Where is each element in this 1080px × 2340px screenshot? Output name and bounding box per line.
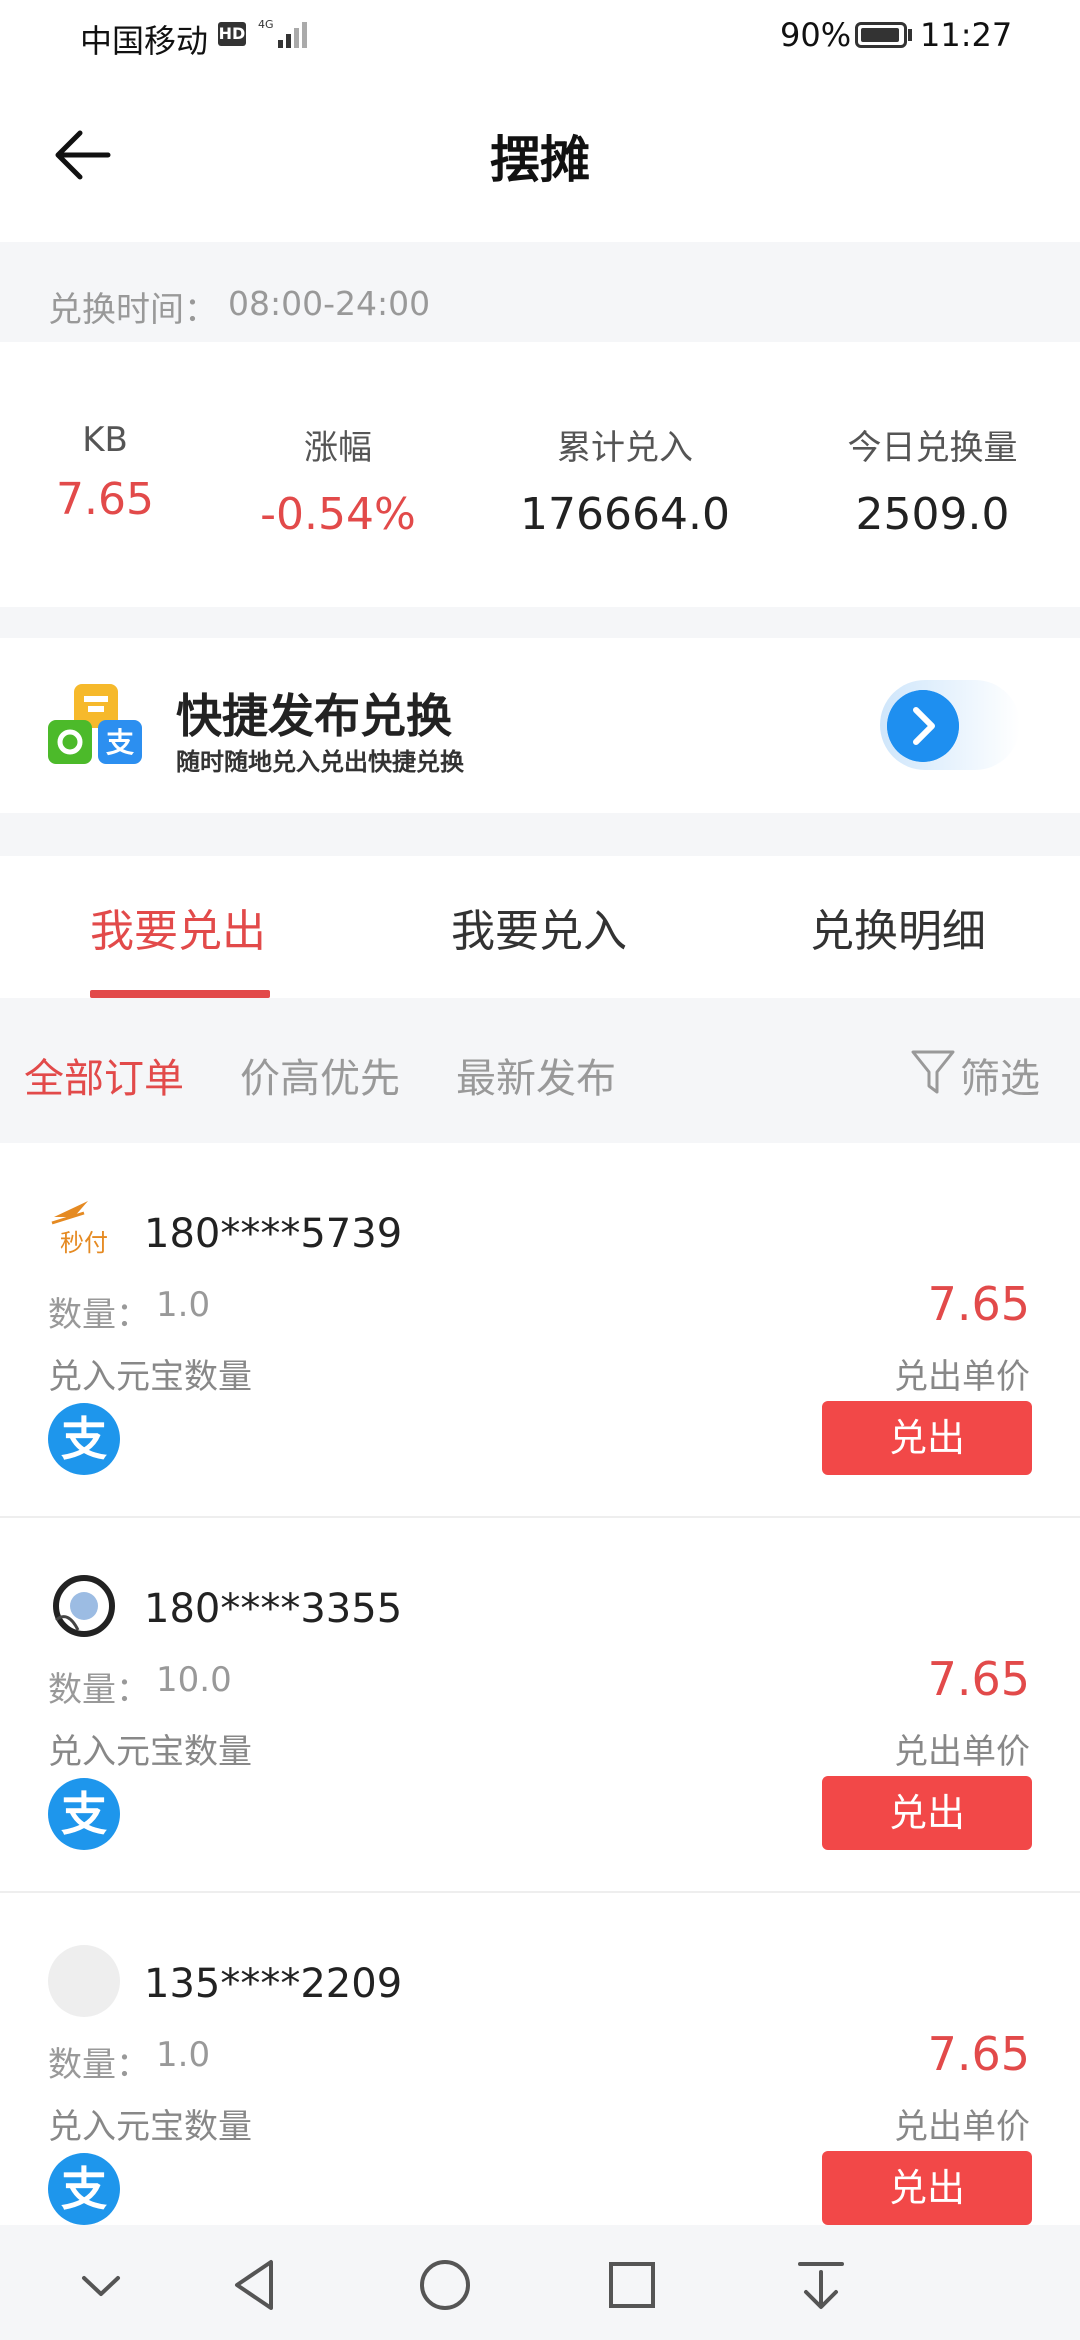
stat-kb-value: 7.65 (56, 474, 154, 525)
page-title: 摆摊 (490, 131, 590, 189)
quantity-value: 1.0 (156, 1285, 211, 1325)
stat-change: 涨幅 -0.54% (238, 420, 438, 540)
quantity-label: 数量： (48, 2045, 150, 2085)
filter-high-price[interactable]: 价高优先 (240, 1046, 400, 1104)
unit-price-label: 兑出单价 (894, 2107, 1030, 2147)
tab-details[interactable]: 兑换明细 (810, 895, 986, 959)
svg-text:4G: 4G (258, 18, 274, 31)
sell-button[interactable]: 兑出 (822, 1401, 1032, 1475)
yuanbao-quantity-label: 兑入元宝数量 (48, 2107, 252, 2147)
alipay-icon: 支 (48, 2153, 120, 2225)
order-list: 秒付 180****5739 数量： 1.0 兑入元宝数量 支 7.65 兑出单… (0, 1143, 1080, 2268)
order-row: 秒付 180****5739 数量： 1.0 兑入元宝数量 支 7.65 兑出单… (0, 1143, 1080, 1518)
tab-buy[interactable]: 我要兑入 (451, 895, 627, 959)
exchange-time-label: 兑换时间： (48, 290, 218, 330)
yuanbao-quantity-label: 兑入元宝数量 (48, 1732, 252, 1772)
quantity-value: 10.0 (156, 1660, 232, 1700)
banner-subtitle: 随时随地兑入兑出快捷兑换 (176, 748, 464, 776)
banner-title: 快捷发布兑换 (176, 689, 452, 743)
carrier-name: 中国移动 (80, 22, 209, 60)
exchange-time-value: 08:00-24:00 (228, 284, 431, 323)
nav-back-icon[interactable] (221, 2250, 291, 2320)
stat-change-value: -0.54% (260, 489, 416, 540)
stat-kb-label: KB (82, 420, 128, 460)
stat-total-in-value: 176664.0 (520, 489, 730, 540)
filter-all-orders[interactable]: 全部订单 (24, 1046, 184, 1104)
seller-phone: 180****5739 (144, 1211, 403, 1257)
stat-today-volume-value: 2509.0 (855, 489, 1010, 540)
stat-change-label: 涨幅 (304, 428, 372, 468)
stat-total-in-label: 累计兑入 (557, 428, 693, 468)
active-tab-indicator (90, 990, 270, 998)
chevron-right-icon[interactable] (887, 690, 959, 762)
seller-phone: 180****3355 (144, 1586, 403, 1632)
battery-icon (855, 22, 907, 48)
clock: 11:27 (920, 16, 1013, 54)
seller-avatar: 秒付 (48, 1195, 120, 1267)
funnel-icon[interactable] (910, 1046, 956, 1098)
chevron-down-icon[interactable] (66, 2250, 136, 2320)
alipay-icon: 支 (48, 1403, 120, 1475)
seller-avatar (48, 1945, 120, 2017)
filter-latest[interactable]: 最新发布 (456, 1046, 616, 1104)
system-nav-bar (0, 2225, 1080, 2340)
unit-price-label: 兑出单价 (894, 1357, 1030, 1397)
order-row: 180****3355 数量： 10.0 兑入元宝数量 支 7.65 兑出单价 … (0, 1518, 1080, 1893)
battery-percent: 90% (780, 16, 852, 54)
unit-price-label: 兑出单价 (894, 1732, 1030, 1772)
quantity-label: 数量： (48, 1670, 150, 1710)
stat-total-in: 累计兑入 176664.0 (505, 420, 745, 540)
seller-avatar (48, 1570, 120, 1642)
stat-today-volume-label: 今日兑换量 (847, 428, 1018, 468)
svg-text:秒付: 秒付 (60, 1229, 108, 1257)
hd-badge: HD (218, 22, 246, 46)
notification-pulldown-icon[interactable] (786, 2250, 856, 2320)
payment-apps-icon: 支 (48, 684, 142, 764)
quantity-label: 数量： (48, 1295, 150, 1335)
quantity-value: 1.0 (156, 2035, 211, 2075)
nav-home-icon[interactable] (410, 2250, 480, 2320)
yuanbao-quantity-label: 兑入元宝数量 (48, 1357, 252, 1397)
stat-kb: KB 7.65 (40, 420, 170, 525)
svg-text:支: 支 (106, 726, 134, 759)
unit-price: 7.65 (927, 1652, 1030, 1706)
alipay-icon: 支 (48, 1778, 120, 1850)
tab-sell[interactable]: 我要兑出 (90, 895, 266, 959)
ink-circle-avatar-icon (53, 1575, 115, 1637)
stat-today-volume: 今日兑换量 2509.0 (820, 420, 1045, 540)
battery-tip (908, 29, 912, 41)
unit-price: 7.65 (927, 2027, 1030, 2081)
sell-button[interactable]: 兑出 (822, 1776, 1032, 1850)
seller-phone: 135****2209 (144, 1961, 403, 2007)
sell-button[interactable]: 兑出 (822, 2151, 1032, 2225)
unit-price: 7.65 (927, 1277, 1030, 1331)
nav-recents-icon[interactable] (597, 2250, 667, 2320)
miaofu-logo-icon: 秒付 (51, 1201, 108, 1257)
stats-panel: KB 7.65 涨幅 -0.54% 累计兑入 176664.0 今日兑换量 25… (0, 342, 1080, 607)
signal-icon: 4G (258, 18, 307, 48)
order-row: 135****2209 数量： 1.0 兑入元宝数量 支 7.65 兑出单价 兑… (0, 1893, 1080, 2268)
filter-button-label[interactable]: 筛选 (960, 1046, 1040, 1104)
